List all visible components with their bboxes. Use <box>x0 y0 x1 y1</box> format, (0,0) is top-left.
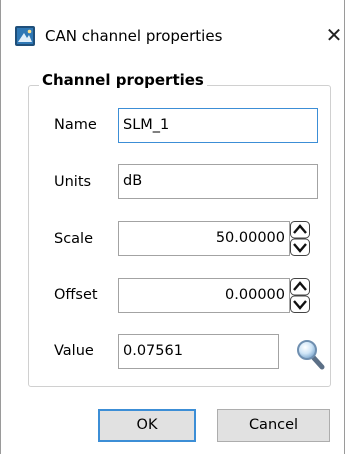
ok-button[interactable]: OK <box>98 409 196 442</box>
units-input[interactable]: dB <box>118 164 318 199</box>
title-bar: CAN channel properties ✕ <box>1 0 344 68</box>
close-icon[interactable]: ✕ <box>321 22 346 48</box>
name-input[interactable]: SLM_1 <box>118 108 318 143</box>
dialog-window: CAN channel properties ✕ Channel propert… <box>0 0 345 454</box>
units-label: Units <box>54 174 92 190</box>
value-label: Value <box>54 343 94 359</box>
group-title: Channel properties <box>39 70 207 90</box>
window-title: CAN channel properties <box>45 27 223 45</box>
offset-stepper[interactable] <box>290 278 310 313</box>
name-label: Name <box>54 117 97 133</box>
scale-input[interactable]: 50.00000 <box>118 221 290 256</box>
offset-input[interactable]: 0.00000 <box>118 278 290 313</box>
search-icon[interactable] <box>295 338 325 370</box>
value-input[interactable]: 0.07561 <box>118 334 279 369</box>
scale-stepper[interactable] <box>290 221 310 256</box>
offset-label: Offset <box>54 287 98 303</box>
app-icon <box>15 26 35 46</box>
cancel-button[interactable]: Cancel <box>217 409 330 442</box>
scale-label: Scale <box>54 231 94 247</box>
